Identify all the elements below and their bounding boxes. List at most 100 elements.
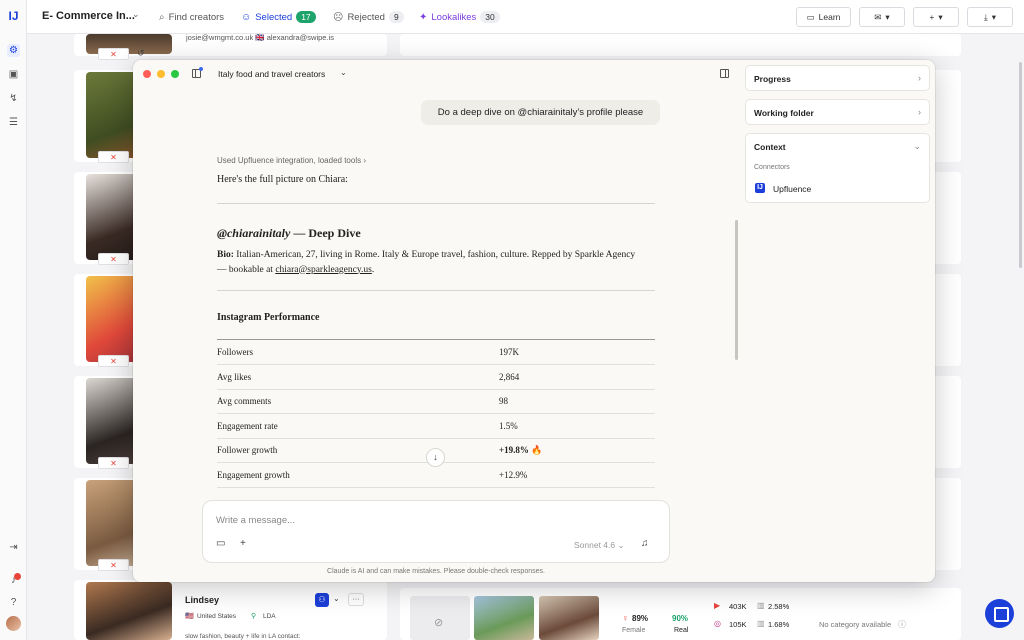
chevron-right-icon: › [918, 107, 921, 117]
tab-find-creators[interactable]: ⌕ Find creators [159, 8, 224, 26]
top-bar: E- Commerce In... ⌄ ⌕ Find creators ☺ Se… [27, 0, 1024, 34]
female-pct: 89% [632, 614, 649, 623]
minimize-window-button[interactable] [157, 70, 165, 78]
panel-toggle-icon[interactable] [720, 69, 729, 78]
help-icon[interactable]: ? [7, 596, 20, 609]
instagram-icon: ◎ [714, 619, 721, 628]
context-panel[interactable]: Context ⌄ Connectors IJ Upfluence [745, 133, 930, 203]
post-thumbnail[interactable] [539, 596, 599, 640]
reject-button[interactable]: ✕ [98, 151, 129, 163]
model-selector[interactable]: Sonnet 4.6 ⌄ [574, 540, 625, 551]
chart-icon: ▥ [757, 601, 765, 610]
undo-icon[interactable]: ↺ [137, 48, 145, 59]
creator-name[interactable]: Lindsey [185, 595, 219, 605]
chevron-down-icon: ▾ [938, 11, 943, 22]
campaigns-icon[interactable]: ⚙ [7, 44, 20, 57]
creator-location: LDA [263, 613, 276, 620]
table-row: Engagement rate 1.5% [217, 413, 655, 439]
table-row: Avg likes 2,864 [217, 364, 655, 390]
metric-value: 197K [499, 340, 655, 365]
mail-icon: ✉ [874, 11, 882, 22]
chevron-down-icon[interactable]: ⌄ [333, 594, 340, 603]
creator-bio: slow fashion, beauty + life in LA contac… [185, 633, 301, 640]
learn-button[interactable]: ▭ Learn [796, 7, 851, 27]
conversation-title[interactable]: Italy food and travel creators [218, 69, 325, 79]
divider [217, 290, 655, 291]
analytics-icon[interactable]: ↯ [7, 92, 20, 105]
panel-heading: Progress [754, 74, 791, 84]
youtube-engagement: 2.58% [768, 602, 790, 611]
tab-label: Lookalikes [431, 11, 477, 23]
add-button[interactable]: + ▾ [913, 7, 959, 27]
metric-label: Engagement rate [217, 413, 499, 439]
working-folder-panel[interactable]: Working folder › [745, 99, 930, 125]
metric-label: Followers [217, 340, 499, 365]
message-composer[interactable]: Write a message... ▭ + Sonnet 4.6 ⌄ ♫ [202, 500, 670, 563]
real-label: Real [674, 627, 689, 634]
maximize-window-button[interactable] [171, 70, 179, 78]
response-intro: Here's the full picture on Chiara: [217, 174, 348, 185]
reject-button[interactable]: ✕ [98, 48, 129, 60]
avatar[interactable] [6, 616, 21, 631]
app-logo[interactable]: IJ [6, 9, 21, 24]
sidebar-toggle-icon[interactable] [192, 67, 203, 78]
message-input[interactable]: Write a message... [216, 515, 295, 526]
export-button[interactable]: ⤓ ▾ [967, 7, 1013, 27]
chevron-down-icon[interactable]: ⌄ [132, 9, 140, 20]
female-label: Female [622, 627, 646, 634]
reject-button[interactable]: ✕ [98, 355, 129, 367]
heading-rest: — Deep Dive [290, 226, 361, 240]
chevron-down-icon[interactable]: ⌄ [913, 141, 921, 152]
page-scrollbar[interactable] [1019, 62, 1022, 268]
media-row [400, 34, 961, 56]
panel-heading: Working folder [754, 108, 814, 118]
tool-usage-line[interactable]: Used Upfluence integration, loaded tools… [217, 156, 655, 165]
folder-icon[interactable]: ▭ [216, 538, 225, 549]
assistant-response: Used Upfluence integration, loaded tools… [217, 156, 655, 488]
flag-icon: 🇺🇸 [185, 613, 194, 620]
search-icon: ⌕ [159, 11, 165, 23]
chevron-down-icon[interactable]: ⌄ [340, 68, 347, 77]
tab-lookalikes[interactable]: ✦ Lookalikes 30 [419, 8, 500, 26]
chart-icon: ▥ [757, 619, 765, 628]
reject-button[interactable]: ✕ [98, 457, 129, 469]
bio-label: Bio: [217, 250, 234, 260]
plus-icon[interactable]: + [240, 538, 246, 549]
table-row: Avg comments 98 [217, 389, 655, 414]
metric-label: Follower growth [217, 438, 499, 463]
support-chat-button[interactable] [985, 599, 1014, 628]
tab-rejected[interactable]: ☹ Rejected 9 [333, 8, 404, 26]
bio-email-link[interactable]: chiara@sparkleagency.us [275, 265, 372, 275]
reject-button[interactable]: ✕ [98, 253, 129, 265]
info-icon[interactable]: ⓘ [898, 619, 906, 630]
project-title[interactable]: E- Commerce In... [42, 10, 135, 22]
scroll-down-button[interactable]: ↓ [426, 448, 445, 467]
collapse-icon[interactable]: ⇥ [7, 541, 20, 554]
notification-badge [14, 573, 21, 580]
download-icon: ⤓ [983, 11, 988, 22]
mail-button[interactable]: ✉ ▾ [859, 7, 905, 27]
metric-value: +12.9% [499, 462, 655, 488]
model-label: Sonnet 4.6 [574, 540, 616, 550]
list-icon[interactable]: ☰ [7, 116, 20, 129]
tab-label: Find creators [168, 11, 225, 23]
heading-handle: @chiarainitaly [217, 226, 291, 240]
reject-button[interactable]: ✕ [98, 559, 129, 571]
tab-label: Selected [255, 11, 293, 23]
divider [217, 203, 655, 204]
post-thumbnail[interactable] [474, 596, 534, 640]
microphone-icon[interactable]: ♫ [641, 538, 649, 549]
progress-panel[interactable]: Progress › [745, 65, 930, 91]
inbox-icon[interactable]: ▣ [7, 68, 20, 81]
users-icon[interactable]: ⚇ [315, 593, 329, 607]
close-window-button[interactable] [143, 70, 151, 78]
user-message: Do a deep dive on @chiarainitaly’s profi… [421, 100, 660, 125]
tool-usage-text: Used Upfluence integration, loaded tools [217, 156, 362, 165]
connectors-label: Connectors [754, 164, 790, 171]
tab-selected[interactable]: ☺ Selected 17 [241, 8, 316, 26]
more-icon[interactable]: ··· [348, 593, 364, 606]
chat-scrollbar[interactable] [735, 220, 738, 360]
connector-name[interactable]: Upfluence [773, 184, 811, 194]
creator-country: United States [197, 613, 237, 620]
metric-label: Engagement growth [217, 462, 499, 488]
